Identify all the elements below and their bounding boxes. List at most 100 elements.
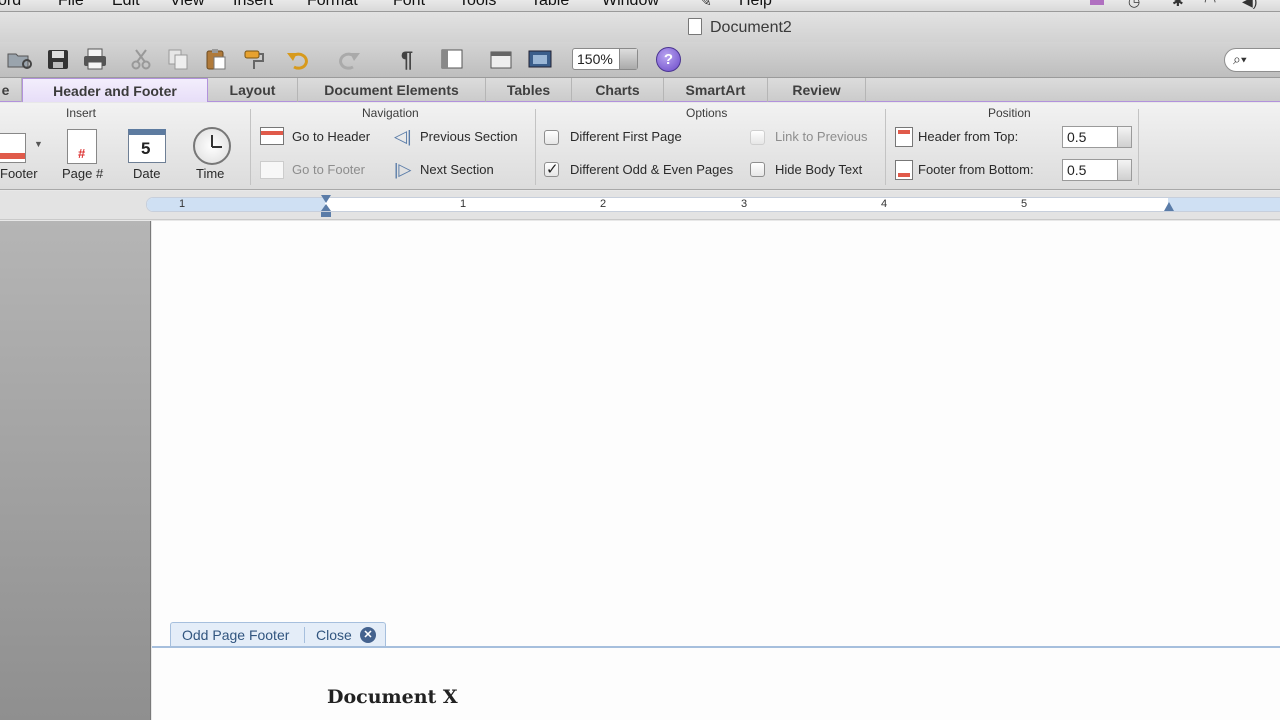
zoom-dropdown-icon[interactable]: [619, 49, 637, 69]
go-to-footer-button[interactable]: Go to Footer: [292, 162, 365, 177]
title-bar: Document2: [0, 12, 1280, 42]
previous-section-icon[interactable]: ◁|: [394, 127, 412, 147]
tab-review[interactable]: Review: [768, 78, 866, 102]
page-number-icon[interactable]: #: [67, 129, 97, 164]
hide-body-text-checkbox[interactable]: [750, 162, 765, 177]
insert-time-button[interactable]: Time: [196, 166, 224, 181]
document-icon: [688, 18, 702, 35]
wifi-icon[interactable]: ◠: [1204, 0, 1216, 10]
insert-date-button[interactable]: Date: [133, 166, 160, 181]
script-menu-icon[interactable]: ✎: [700, 0, 712, 10]
different-odd-even-label: Different Odd & Even Pages: [570, 162, 734, 177]
window-title-text: Document2: [710, 19, 792, 36]
clock-icon[interactable]: [193, 127, 231, 165]
window-title: Document2: [688, 18, 792, 37]
link-to-previous-checkbox[interactable]: [750, 130, 765, 145]
paste-icon[interactable]: [203, 47, 229, 71]
tab-home[interactable]: e: [0, 78, 22, 102]
footer-label: Odd Page Footer: [182, 627, 290, 643]
group-divider: [250, 109, 251, 185]
word-window: ord File Edit View Insert Format Font To…: [0, 0, 1280, 720]
menu-bar: ord File Edit View Insert Format Font To…: [0, 0, 1280, 12]
insert-footer-button[interactable]: Footer: [0, 166, 38, 181]
next-section-icon[interactable]: |▷: [394, 160, 412, 180]
tab-smartart[interactable]: SmartArt: [664, 78, 768, 102]
go-to-header-icon[interactable]: [260, 127, 284, 145]
volume-icon[interactable]: ◀): [1242, 0, 1257, 10]
footer-icon[interactable]: [0, 133, 26, 163]
ruler-label: 5: [1021, 198, 1028, 210]
group-navigation-title: Navigation: [362, 106, 419, 120]
footer-boundary: [152, 646, 1280, 648]
menu-format[interactable]: Format: [307, 0, 358, 10]
save-icon[interactable]: [45, 47, 71, 71]
ruler-label: 1: [179, 198, 186, 210]
menu-insert[interactable]: Insert: [233, 0, 273, 10]
toolbox-icon[interactable]: [488, 47, 514, 71]
menu-view[interactable]: View: [170, 0, 204, 10]
ribbon-tabs: e Header and Footer Layout Document Elem…: [0, 78, 1280, 102]
go-to-footer-icon[interactable]: [260, 161, 284, 179]
right-indent-marker-icon[interactable]: [1163, 199, 1175, 211]
undo-icon[interactable]: [285, 47, 318, 71]
stepper-arrows-icon[interactable]: [1117, 160, 1131, 180]
cut-icon[interactable]: [128, 47, 154, 71]
menu-font[interactable]: Font: [393, 0, 425, 10]
footer-from-bottom-icon: [895, 160, 913, 180]
group-divider: [1138, 109, 1139, 185]
tab-header-and-footer[interactable]: Header and Footer: [22, 78, 208, 102]
open-icon[interactable]: [6, 47, 32, 71]
time-machine-icon[interactable]: ◷: [1128, 0, 1140, 10]
horizontal-ruler[interactable]: 1 1 2 3 4 5: [0, 191, 1280, 220]
tab-tables[interactable]: Tables: [486, 78, 572, 102]
insert-page-number-button[interactable]: Page #: [62, 166, 103, 181]
standard-toolbar: ¶ 150% ? ⌕▾: [0, 42, 1280, 78]
menu-table[interactable]: Table: [531, 0, 569, 10]
go-to-header-button[interactable]: Go to Header: [292, 129, 370, 144]
search-field[interactable]: ⌕▾: [1224, 48, 1280, 72]
tab-document-elements[interactable]: Document Elements: [298, 78, 486, 102]
previous-section-button[interactable]: Previous Section: [420, 129, 518, 144]
tab-charts[interactable]: Charts: [572, 78, 664, 102]
different-odd-even-checkbox[interactable]: ✓: [544, 161, 559, 178]
group-position-title: Position: [988, 106, 1031, 120]
help-button[interactable]: ?: [656, 47, 681, 72]
zoom-value: 150%: [577, 51, 613, 67]
menu-help[interactable]: Help: [739, 0, 772, 10]
app-status-icon[interactable]: [1090, 0, 1104, 5]
footer-dropdown-icon[interactable]: ▼: [34, 139, 43, 149]
hide-body-text-label: Hide Body Text: [775, 162, 863, 177]
close-footer-button[interactable]: Close: [316, 627, 352, 643]
ruler-label: 2: [600, 198, 607, 210]
menu-tools[interactable]: Tools: [459, 0, 496, 10]
tab-layout[interactable]: Layout: [208, 78, 298, 102]
indent-marker-icon[interactable]: [320, 194, 332, 218]
menu-window[interactable]: Window: [602, 0, 659, 10]
bluetooth-icon[interactable]: ✱: [1172, 0, 1184, 10]
menu-file[interactable]: File: [58, 0, 84, 10]
copy-icon[interactable]: [165, 47, 191, 71]
checkmark-icon: ✓: [546, 161, 559, 178]
ruler-label: 1: [460, 198, 467, 210]
zoom-select[interactable]: 150%: [572, 48, 638, 70]
menu-app-name[interactable]: ord: [0, 0, 21, 10]
media-browser-icon[interactable]: [527, 47, 553, 71]
sidebar-toggle-icon[interactable]: [440, 47, 466, 71]
footer-from-bottom-stepper[interactable]: 0.5: [1062, 159, 1132, 181]
print-icon[interactable]: [82, 47, 108, 71]
menu-edit[interactable]: Edit: [112, 0, 140, 10]
ruler-left-margin: [147, 198, 325, 211]
footer-text[interactable]: Document X: [327, 686, 458, 708]
footer-from-bottom-label: Footer from Bottom:: [918, 162, 1034, 177]
stepper-arrows-icon[interactable]: [1117, 127, 1131, 147]
link-to-previous-label: Link to Previous: [775, 129, 868, 144]
calendar-icon[interactable]: 5: [128, 129, 166, 163]
ruler-label: 4: [881, 198, 888, 210]
format-painter-icon[interactable]: [241, 47, 267, 71]
next-section-button[interactable]: Next Section: [420, 162, 494, 177]
header-from-top-stepper[interactable]: 0.5: [1062, 126, 1132, 148]
different-first-page-checkbox[interactable]: [544, 130, 559, 145]
close-icon[interactable]: ✕: [360, 627, 376, 643]
show-formatting-icon[interactable]: ¶: [394, 47, 420, 72]
redo-icon[interactable]: [336, 47, 362, 71]
